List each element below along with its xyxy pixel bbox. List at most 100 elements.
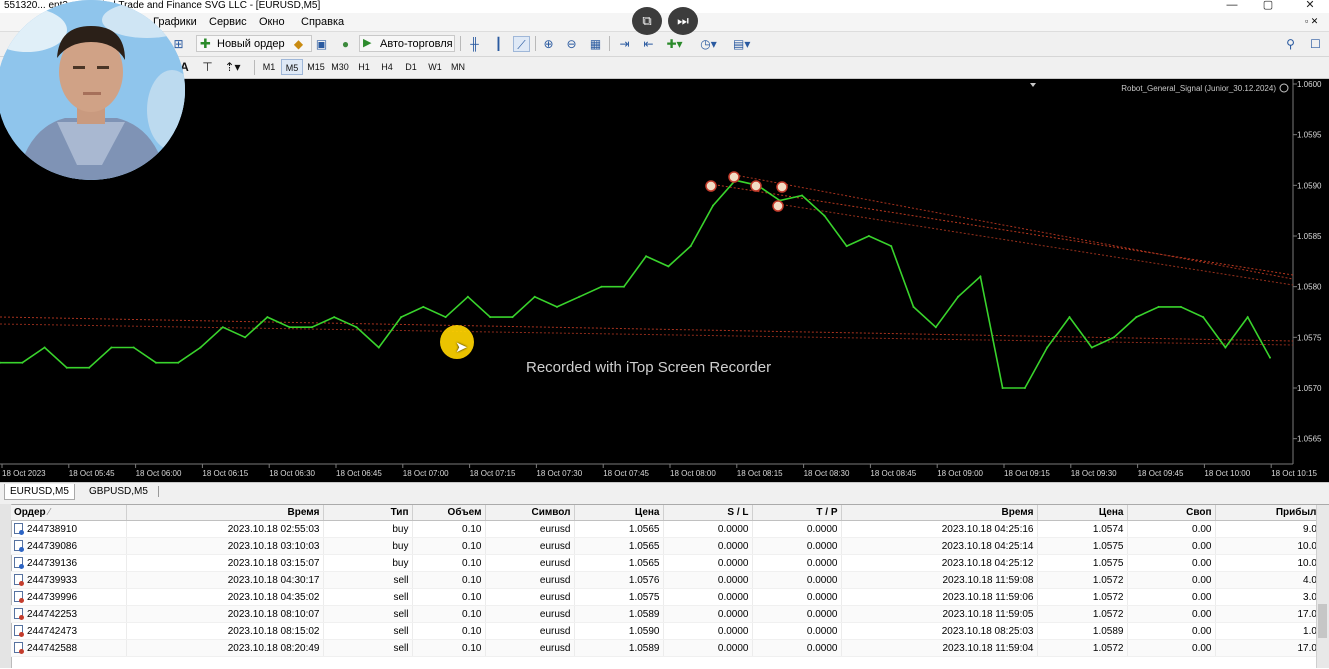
column-header-tp[interactable]: T / P xyxy=(752,505,842,521)
cell-swap: 0.00 xyxy=(1127,571,1216,589)
table-row[interactable]: 244742588 2023.10.18 08:20:49 sell 0.10 euru… xyxy=(11,639,1327,657)
standard-toolbar: ⊞ ✚ Новый ордер ◆ ▣ ● ▶ Авто-торговля ╫ … xyxy=(0,32,1329,57)
price-point xyxy=(155,361,157,364)
menu-charts[interactable]: Графики xyxy=(153,15,197,29)
column-header-open-price[interactable]: Цена xyxy=(574,505,664,521)
auto-trading-button[interactable]: ▶ Авто-торговля xyxy=(359,35,455,52)
price-point xyxy=(1135,316,1138,319)
cell-close-time: 2023.10.18 04:25:12 xyxy=(841,554,1038,572)
timeframe-d1[interactable]: D1 xyxy=(400,59,422,75)
y-tick-label: 1.0565 xyxy=(1297,435,1322,444)
table-row[interactable]: 244742473 2023.10.18 08:15:02 sell 0.10 euru… xyxy=(11,622,1327,640)
toolbar-separator xyxy=(460,36,461,51)
cell-symbol: eurusd xyxy=(485,588,575,606)
price-point xyxy=(21,361,24,364)
zoom-in-icon[interactable]: ⊕ xyxy=(540,36,557,52)
autoscroll-icon[interactable]: ⇤ xyxy=(640,36,657,52)
cell-symbol: eurusd xyxy=(485,605,575,623)
close-button[interactable]: ✕ xyxy=(1302,0,1318,12)
terminal-scrollbar[interactable] xyxy=(1316,505,1329,668)
maximize-button[interactable]: ▢ xyxy=(1260,0,1276,12)
cell-close-price: 1.0572 xyxy=(1037,588,1128,606)
trade-marker-icon[interactable] xyxy=(772,200,784,212)
text-label-icon[interactable]: ⊤ xyxy=(199,59,216,75)
column-header-profit[interactable]: Прибыль xyxy=(1215,505,1327,521)
search-icon[interactable]: ⚲ xyxy=(1282,36,1299,52)
price-point xyxy=(957,295,960,298)
menu-window[interactable]: Окно xyxy=(259,15,285,29)
cell-volume: 0.10 xyxy=(412,520,486,538)
scrollbar-thumb[interactable] xyxy=(1318,604,1327,638)
x-tick-label: 18 Oct 07:00 xyxy=(403,469,449,478)
tile-windows-icon[interactable]: ▦ xyxy=(587,36,604,52)
signals-icon[interactable]: ▣ xyxy=(313,36,330,52)
chat-icon[interactable]: ☐ xyxy=(1307,36,1324,52)
price-chart[interactable]: Robot_General_Signal (Junior_30.12.2024)… xyxy=(0,79,1329,482)
trade-marker-icon[interactable] xyxy=(728,171,740,183)
cell-sl: 0.0000 xyxy=(663,588,753,606)
arrows-icon[interactable]: ⇡▾ xyxy=(224,59,241,75)
trade-marker-icon[interactable] xyxy=(750,180,762,192)
auto-trading-label: Авто-торговля xyxy=(380,38,453,50)
column-header-open-time[interactable]: Время xyxy=(126,505,324,521)
timeframe-m15[interactable]: M15 xyxy=(305,59,327,75)
table-row[interactable]: 244739086 2023.10.18 03:10:03 buy 0.10 eurus… xyxy=(11,537,1327,555)
popout-player-button[interactable]: ⧉ xyxy=(632,7,662,35)
line-chart-icon[interactable]: ⟋ xyxy=(513,36,530,52)
indicators-icon[interactable]: ✚▾ xyxy=(666,36,683,52)
column-header-symbol[interactable]: Символ xyxy=(485,505,575,521)
market-icon[interactable]: ● xyxy=(337,36,354,52)
skip-forward-button[interactable]: ⏭ xyxy=(668,7,698,35)
table-row[interactable]: 244739136 2023.10.18 03:15:07 buy 0.10 eurus… xyxy=(11,554,1327,572)
timeframe-w1[interactable]: W1 xyxy=(424,59,446,75)
cell-order: 244739136 xyxy=(11,554,127,572)
column-header-close-price[interactable]: Цена xyxy=(1037,505,1128,521)
zoom-out-icon[interactable]: ⊖ xyxy=(563,36,580,52)
table-header-row: Ордер ⁄ Время Тип Объем Символ Цена S / … xyxy=(11,505,1327,521)
timeframe-m1[interactable]: M1 xyxy=(258,59,280,75)
cell-close-price: 1.0575 xyxy=(1037,554,1128,572)
menu-service[interactable]: Сервис xyxy=(209,15,247,29)
column-header-type[interactable]: Тип xyxy=(323,505,413,521)
table-row[interactable]: 244738910 2023.10.18 02:55:03 buy 0.10 eurus… xyxy=(11,520,1327,538)
table-row[interactable]: 244739996 2023.10.18 04:35:02 sell 0.10 euru… xyxy=(11,588,1327,606)
cell-sl: 0.0000 xyxy=(663,639,753,657)
column-header-order[interactable]: Ордер ⁄ xyxy=(11,505,127,521)
cell-sl: 0.0000 xyxy=(663,520,753,538)
cell-symbol: eurusd xyxy=(485,639,575,657)
column-header-volume[interactable]: Объем xyxy=(412,505,486,521)
column-header-close-time[interactable]: Время xyxy=(841,505,1038,521)
column-header-swap[interactable]: Своп xyxy=(1127,505,1216,521)
tab-gbpusd[interactable]: GBPUSD,M5 xyxy=(84,484,153,499)
templates-icon[interactable]: ▤▾ xyxy=(733,36,750,52)
candlestick-icon[interactable]: ┃ xyxy=(490,36,507,52)
cell-close-time: 2023.10.18 11:59:06 xyxy=(841,588,1038,606)
timeframe-m5[interactable]: M5 xyxy=(281,59,303,75)
mdi-restore-icon[interactable]: ▫ ✕ xyxy=(1305,14,1318,28)
menu-help[interactable]: Справка xyxy=(301,15,344,29)
sell-order-icon xyxy=(14,574,24,586)
minimize-button[interactable]: — xyxy=(1224,0,1240,12)
new-order-label: Новый ордер xyxy=(217,38,285,50)
table-row[interactable]: 244742253 2023.10.18 08:10:07 sell 0.10 euru… xyxy=(11,605,1327,623)
chart-shift-icon[interactable]: ⇥ xyxy=(616,36,633,52)
y-tick-label: 1.0590 xyxy=(1297,181,1322,190)
tab-eurusd[interactable]: EURUSD,M5 xyxy=(4,484,75,500)
x-tick-label: 18 Oct 09:15 xyxy=(1004,469,1050,478)
presenter-image xyxy=(0,0,185,180)
buy-order-icon xyxy=(14,523,24,535)
periods-icon[interactable]: ◷▾ xyxy=(700,36,717,52)
timeframe-h1[interactable]: H1 xyxy=(353,59,375,75)
timeframe-mn[interactable]: MN xyxy=(447,59,469,75)
cell-volume: 0.10 xyxy=(412,639,486,657)
metaeditor-icon[interactable]: ◆ xyxy=(290,36,307,52)
bar-chart-icon[interactable]: ╫ xyxy=(466,36,483,52)
x-tick-label: 18 Oct 08:15 xyxy=(737,469,783,478)
timeframe-m30[interactable]: M30 xyxy=(329,59,351,75)
price-point xyxy=(600,285,603,288)
trade-marker-icon[interactable] xyxy=(776,181,788,193)
timeframe-h4[interactable]: H4 xyxy=(376,59,398,75)
trade-marker-icon[interactable] xyxy=(705,180,717,192)
table-row[interactable]: 244739933 2023.10.18 04:30:17 sell 0.10 euru… xyxy=(11,571,1327,589)
column-header-sl[interactable]: S / L xyxy=(663,505,753,521)
